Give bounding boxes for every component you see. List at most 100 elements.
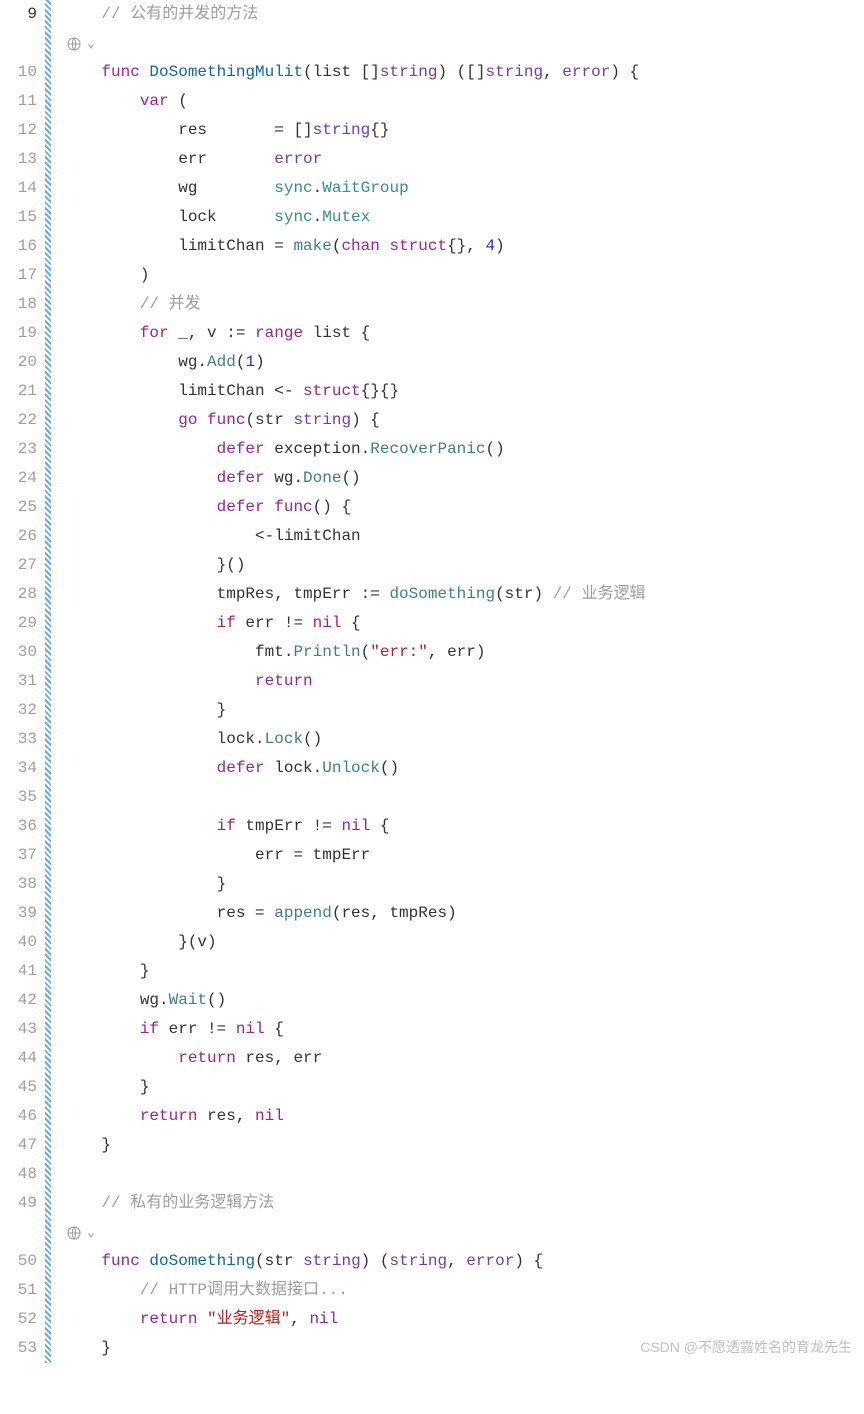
- code-line[interactable]: var (: [63, 87, 864, 116]
- code-line[interactable]: fmt.Println("err:", err): [63, 638, 864, 667]
- code-line[interactable]: return res, nil: [63, 1102, 864, 1131]
- code-lens-annotation[interactable]: ⌄: [63, 29, 864, 58]
- line-number[interactable]: 30: [0, 638, 37, 667]
- code-line[interactable]: func DoSomethingMulit(list []string) ([]…: [63, 58, 864, 87]
- line-number[interactable]: 18: [0, 290, 37, 319]
- line-number[interactable]: 11: [0, 87, 37, 116]
- line-number[interactable]: 38: [0, 870, 37, 899]
- line-number[interactable]: 20: [0, 348, 37, 377]
- line-number[interactable]: 44: [0, 1044, 37, 1073]
- code-line[interactable]: func doSomething(str string) (string, er…: [63, 1247, 864, 1276]
- code-line[interactable]: defer func() {: [63, 493, 864, 522]
- code-line[interactable]: res = append(res, tmpRes): [63, 899, 864, 928]
- chevron-down-icon[interactable]: ⌄: [87, 1218, 95, 1247]
- line-number[interactable]: 16: [0, 232, 37, 261]
- code-line[interactable]: wg sync.WaitGroup: [63, 174, 864, 203]
- line-number[interactable]: 25: [0, 493, 37, 522]
- code-line[interactable]: wg.Add(1): [63, 348, 864, 377]
- code-line[interactable]: ): [63, 261, 864, 290]
- line-number[interactable]: 9: [0, 0, 37, 29]
- line-number[interactable]: 32: [0, 696, 37, 725]
- line-number[interactable]: 19: [0, 319, 37, 348]
- code-line[interactable]: limitChan <- struct{}{}: [63, 377, 864, 406]
- code-line[interactable]: if err != nil {: [63, 609, 864, 638]
- code-line[interactable]: [63, 783, 864, 812]
- code-line[interactable]: }: [63, 696, 864, 725]
- line-number[interactable]: 28: [0, 580, 37, 609]
- line-number[interactable]: 24: [0, 464, 37, 493]
- code-line[interactable]: // 并发: [63, 290, 864, 319]
- code-line[interactable]: tmpRes, tmpErr := doSomething(str) // 业务…: [63, 580, 864, 609]
- code-line[interactable]: lock.Lock(): [63, 725, 864, 754]
- line-number[interactable]: 35: [0, 783, 37, 812]
- line-number[interactable]: 39: [0, 899, 37, 928]
- line-number[interactable]: 37: [0, 841, 37, 870]
- line-number[interactable]: 41: [0, 957, 37, 986]
- code-line[interactable]: // HTTP调用大数据接口...: [63, 1276, 864, 1305]
- line-number[interactable]: 51: [0, 1276, 37, 1305]
- line-number[interactable]: 43: [0, 1015, 37, 1044]
- line-number[interactable]: 17: [0, 261, 37, 290]
- line-number[interactable]: 50: [0, 1247, 37, 1276]
- code-line[interactable]: }: [63, 957, 864, 986]
- line-number[interactable]: 34: [0, 754, 37, 783]
- line-number[interactable]: 46: [0, 1102, 37, 1131]
- line-number[interactable]: 22: [0, 406, 37, 435]
- code-line[interactable]: [63, 1160, 864, 1189]
- code-line[interactable]: }(): [63, 551, 864, 580]
- code-line[interactable]: return res, err: [63, 1044, 864, 1073]
- ai-hint-icon[interactable]: [65, 35, 83, 53]
- line-number[interactable]: 13: [0, 145, 37, 174]
- code-line[interactable]: go func(str string) {: [63, 406, 864, 435]
- code-token: [63, 92, 140, 110]
- code-area[interactable]: // 公有的并发的方法⌄ func DoSomethingMulit(list …: [63, 0, 864, 1363]
- code-line[interactable]: }(v): [63, 928, 864, 957]
- line-number[interactable]: 53: [0, 1334, 37, 1363]
- line-number[interactable]: 42: [0, 986, 37, 1015]
- code-line[interactable]: defer lock.Unlock(): [63, 754, 864, 783]
- code-lens-annotation[interactable]: ⌄: [63, 1218, 864, 1247]
- line-number[interactable]: 52: [0, 1305, 37, 1334]
- line-number[interactable]: 40: [0, 928, 37, 957]
- line-number[interactable]: 23: [0, 435, 37, 464]
- code-line[interactable]: // 公有的并发的方法: [63, 0, 864, 29]
- line-number[interactable]: 29: [0, 609, 37, 638]
- line-number[interactable]: 10: [0, 58, 37, 87]
- code-line[interactable]: }: [63, 1131, 864, 1160]
- chevron-down-icon[interactable]: ⌄: [87, 29, 95, 58]
- line-number[interactable]: 49: [0, 1189, 37, 1218]
- line-number[interactable]: 14: [0, 174, 37, 203]
- ai-hint-icon[interactable]: [65, 1224, 83, 1242]
- line-number[interactable]: 21: [0, 377, 37, 406]
- code-line[interactable]: return: [63, 667, 864, 696]
- line-number[interactable]: 45: [0, 1073, 37, 1102]
- code-line[interactable]: if tmpErr != nil {: [63, 812, 864, 841]
- code-token: (str: [245, 411, 293, 429]
- code-editor[interactable]: 9 101112131415161718192021222324252627282…: [0, 0, 864, 1363]
- code-line[interactable]: res = []string{}: [63, 116, 864, 145]
- code-token: 1: [245, 353, 255, 371]
- code-line[interactable]: <-limitChan: [63, 522, 864, 551]
- code-line[interactable]: wg.Wait(): [63, 986, 864, 1015]
- code-line[interactable]: // 私有的业务逻辑方法: [63, 1189, 864, 1218]
- code-line[interactable]: err error: [63, 145, 864, 174]
- code-line[interactable]: limitChan = make(chan struct{}, 4): [63, 232, 864, 261]
- line-number[interactable]: 12: [0, 116, 37, 145]
- line-number[interactable]: 36: [0, 812, 37, 841]
- line-number[interactable]: 26: [0, 522, 37, 551]
- line-number[interactable]: 27: [0, 551, 37, 580]
- code-line[interactable]: return "业务逻辑", nil: [63, 1305, 864, 1334]
- code-line[interactable]: if err != nil {: [63, 1015, 864, 1044]
- code-line[interactable]: }: [63, 1073, 864, 1102]
- code-line[interactable]: defer exception.RecoverPanic(): [63, 435, 864, 464]
- line-number[interactable]: 31: [0, 667, 37, 696]
- line-number[interactable]: 15: [0, 203, 37, 232]
- line-number[interactable]: 47: [0, 1131, 37, 1160]
- line-number[interactable]: 33: [0, 725, 37, 754]
- code-line[interactable]: err = tmpErr: [63, 841, 864, 870]
- code-line[interactable]: lock sync.Mutex: [63, 203, 864, 232]
- code-line[interactable]: }: [63, 870, 864, 899]
- code-line[interactable]: defer wg.Done(): [63, 464, 864, 493]
- line-number[interactable]: 48: [0, 1160, 37, 1189]
- code-line[interactable]: for _, v := range list {: [63, 319, 864, 348]
